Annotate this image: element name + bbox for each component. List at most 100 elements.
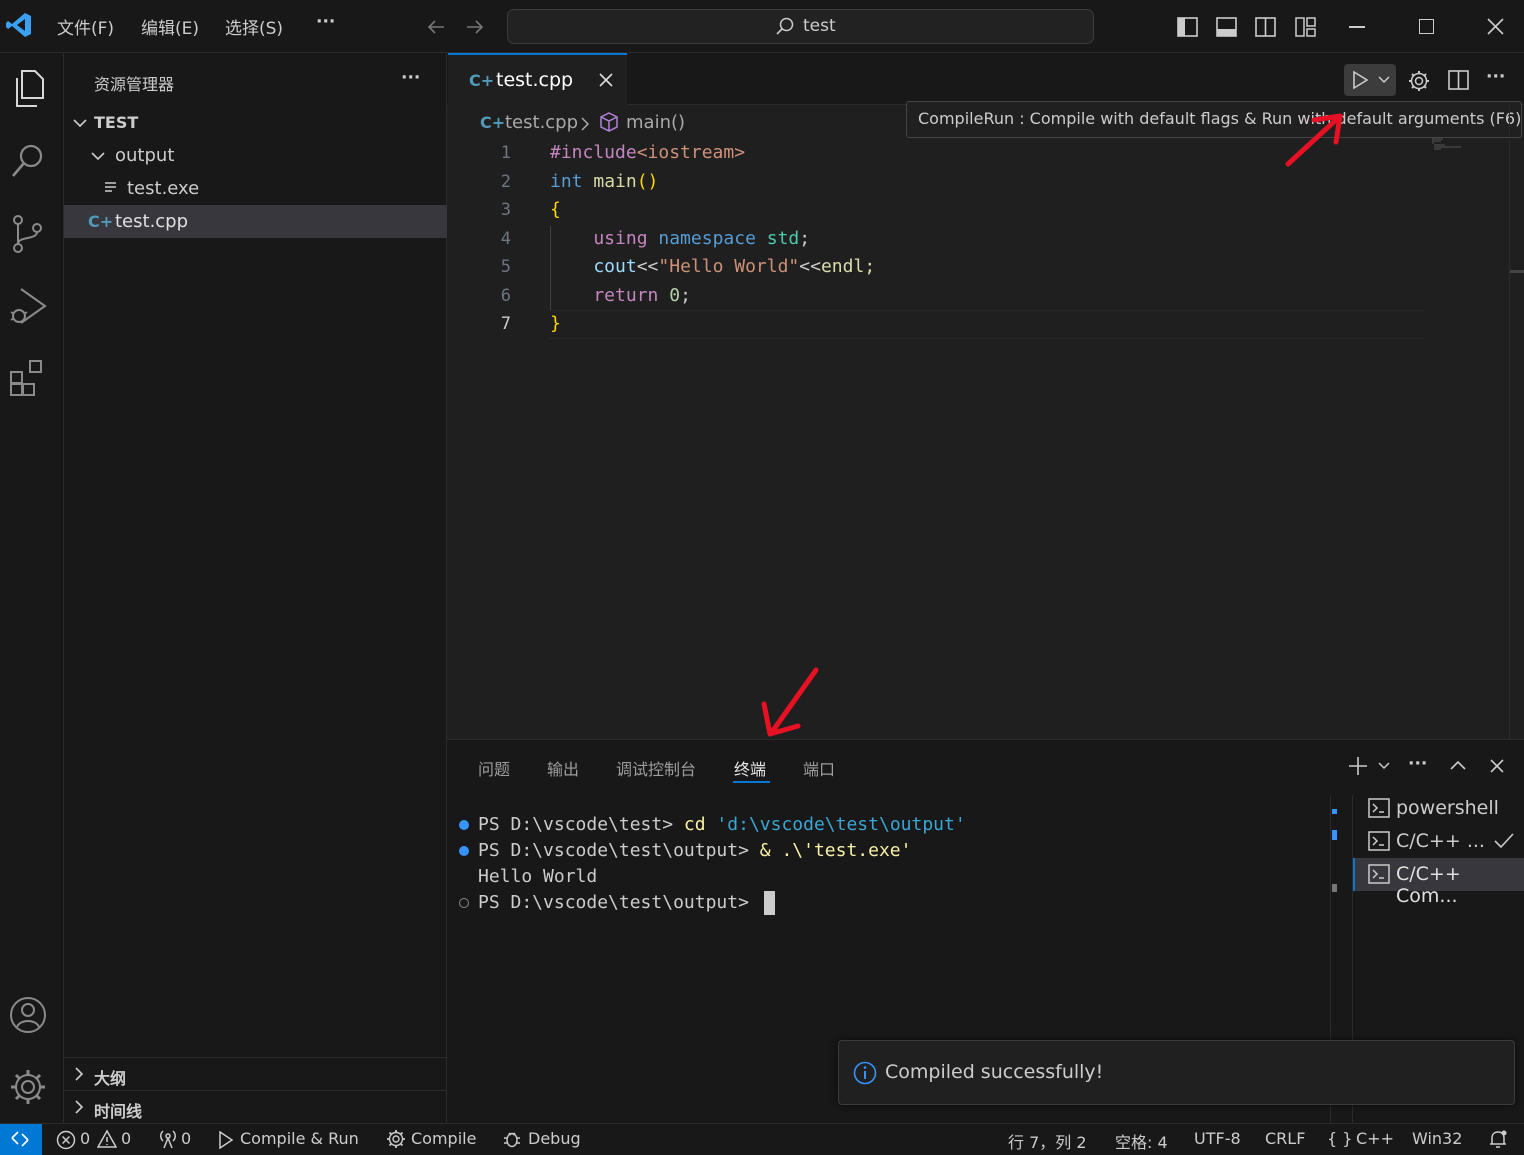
section-divider	[64, 1090, 447, 1091]
extensions-icon[interactable]	[9, 358, 47, 398]
info-icon	[853, 1061, 877, 1085]
toggle-secondary-sidebar-icon[interactable]	[1255, 17, 1276, 37]
terminal-icon	[1368, 831, 1390, 851]
scrollbar-marker	[1332, 830, 1337, 840]
eol-status[interactable]: CRLF	[1265, 1129, 1305, 1148]
tree-item-test-exe[interactable]: test.exe	[127, 178, 199, 199]
search-icon	[775, 16, 795, 36]
notifications-bell-icon[interactable]	[1488, 1129, 1508, 1149]
minimize-window-icon[interactable]	[1349, 26, 1365, 28]
terminal-prompt: PS D:\vscode\test\output>	[478, 892, 760, 913]
code-line[interactable]: int main()	[550, 171, 658, 192]
tree-item-output-folder[interactable]: output	[115, 145, 174, 166]
chevron-down-icon[interactable]	[1377, 761, 1391, 771]
command-pending-dot	[459, 898, 469, 908]
panel-tab-ports[interactable]: 端口	[803, 756, 835, 780]
terminal-list-item-cpp-compile[interactable]: C/C++ Com...	[1396, 863, 1524, 907]
panel-tab-problems[interactable]: 问题	[478, 756, 510, 780]
code-token: main	[582, 171, 637, 192]
code-token: std	[755, 228, 800, 249]
play-icon	[217, 1130, 235, 1150]
language-mode-status[interactable]: C++	[1356, 1129, 1394, 1148]
code-line[interactable]: return 0;	[550, 285, 691, 306]
cpp-file-icon: C+	[469, 71, 495, 90]
debug-status-button[interactable]: Debug	[528, 1129, 581, 1148]
customize-layout-icon[interactable]	[1295, 17, 1316, 37]
menu-file[interactable]: 文件(F)	[57, 14, 114, 39]
code-token: endl;	[820, 256, 876, 277]
code-line[interactable]: using namespace std;	[550, 228, 810, 249]
run-and-debug-icon[interactable]	[9, 286, 47, 326]
warning-icon	[97, 1129, 117, 1149]
cpp-file-icon: C+	[88, 212, 114, 231]
source-control-icon[interactable]	[12, 214, 44, 254]
editor-tab-label[interactable]: test.cpp	[496, 69, 573, 91]
manage-gear-icon[interactable]	[9, 1068, 47, 1106]
new-terminal-plus-icon[interactable]	[1348, 756, 1368, 776]
code-line[interactable]: {	[550, 199, 561, 220]
line-number: 2	[500, 172, 511, 192]
panel-tab-output[interactable]: 输出	[547, 756, 579, 780]
workspace-folder-header[interactable]: TEST	[94, 113, 138, 132]
cursor-position[interactable]: 行 7，列 2	[1008, 1129, 1087, 1153]
terminal-command: cd	[683, 814, 706, 835]
compile-run-status-button[interactable]: Compile & Run	[240, 1129, 359, 1148]
settings-gear-icon[interactable]	[1408, 70, 1430, 92]
terminal-line: PS D:\vscode\test> cd 'd:\vscode\test\ou…	[478, 814, 966, 835]
menu-edit[interactable]: 编辑(E)	[141, 14, 199, 39]
terminal-list-item-powershell[interactable]: powershell	[1396, 797, 1499, 819]
maximize-panel-chevron-up-icon[interactable]	[1449, 758, 1467, 772]
warning-count[interactable]: 0	[121, 1129, 131, 1148]
outline-section-header[interactable]: 大纲	[94, 1065, 126, 1089]
error-icon	[56, 1130, 76, 1150]
platform-status[interactable]: Win32	[1412, 1129, 1462, 1148]
ports-count[interactable]: 0	[181, 1129, 191, 1148]
explorer-icon[interactable]	[10, 69, 46, 109]
encoding-status[interactable]: UTF-8	[1194, 1129, 1241, 1148]
menu-more-button[interactable]: ···	[316, 12, 335, 32]
code-line[interactable]: }	[550, 313, 561, 334]
chevron-down-icon[interactable]	[72, 116, 88, 130]
close-window-icon[interactable]	[1487, 18, 1504, 35]
close-panel-icon[interactable]	[1489, 758, 1505, 774]
chevron-down-icon[interactable]	[90, 149, 106, 163]
panel-more-button[interactable]: ···	[1408, 754, 1427, 774]
scrollbar-thumb[interactable]	[1510, 270, 1524, 273]
breadcrumb-file[interactable]: test.cpp	[505, 112, 578, 133]
split-editor-icon[interactable]	[1448, 70, 1469, 90]
play-icon[interactable]	[1350, 70, 1370, 90]
search-view-icon[interactable]	[10, 142, 46, 180]
panel-tab-debug-console[interactable]: 调试控制台	[616, 756, 696, 780]
arrow-right-icon[interactable]	[465, 17, 485, 37]
indentation-status[interactable]: 空格: 4	[1115, 1129, 1168, 1153]
minimap[interactable]	[1431, 138, 1461, 150]
maximize-window-icon[interactable]	[1419, 19, 1434, 34]
toggle-primary-sidebar-icon[interactable]	[1177, 17, 1198, 37]
close-tab-icon[interactable]	[598, 72, 614, 88]
chevron-right-icon[interactable]	[72, 1099, 86, 1115]
panel-tab-terminal[interactable]: 终端	[734, 756, 766, 780]
tree-item-test-cpp[interactable]: test.cpp	[115, 211, 188, 232]
accounts-icon[interactable]	[9, 996, 47, 1034]
command-center-search[interactable]	[507, 9, 1094, 44]
sidebar-more-button[interactable]: ···	[401, 68, 420, 88]
code-line[interactable]: cout<<"Hello World"<<endl;	[550, 256, 875, 277]
compile-status-button[interactable]: Compile	[411, 1129, 476, 1148]
terminal-cursor	[764, 891, 775, 915]
scrollbar-track[interactable]	[1509, 105, 1510, 739]
error-count[interactable]: 0	[80, 1129, 90, 1148]
breadcrumb-symbol[interactable]: main()	[626, 112, 685, 133]
text-file-icon	[104, 180, 118, 196]
chevron-down-icon[interactable]	[1377, 75, 1391, 85]
code-line[interactable]: #include<iostream>	[550, 142, 745, 163]
terminal-argument: 'd:\vscode\test\output'	[705, 814, 966, 835]
timeline-section-header[interactable]: 时间线	[94, 1098, 142, 1122]
menu-selection[interactable]: 选择(S)	[225, 14, 283, 39]
arrow-left-icon[interactable]	[426, 17, 446, 37]
terminal-list-item-cpp[interactable]: C/C++ ...	[1396, 830, 1485, 852]
editor-more-actions-button[interactable]: ···	[1486, 67, 1505, 87]
terminal-icon	[1368, 864, 1390, 884]
chevron-right-icon[interactable]	[72, 1066, 86, 1082]
terminal-line[interactable]: PS D:\vscode\test\output>	[478, 892, 760, 913]
toggle-panel-icon[interactable]	[1216, 17, 1237, 37]
